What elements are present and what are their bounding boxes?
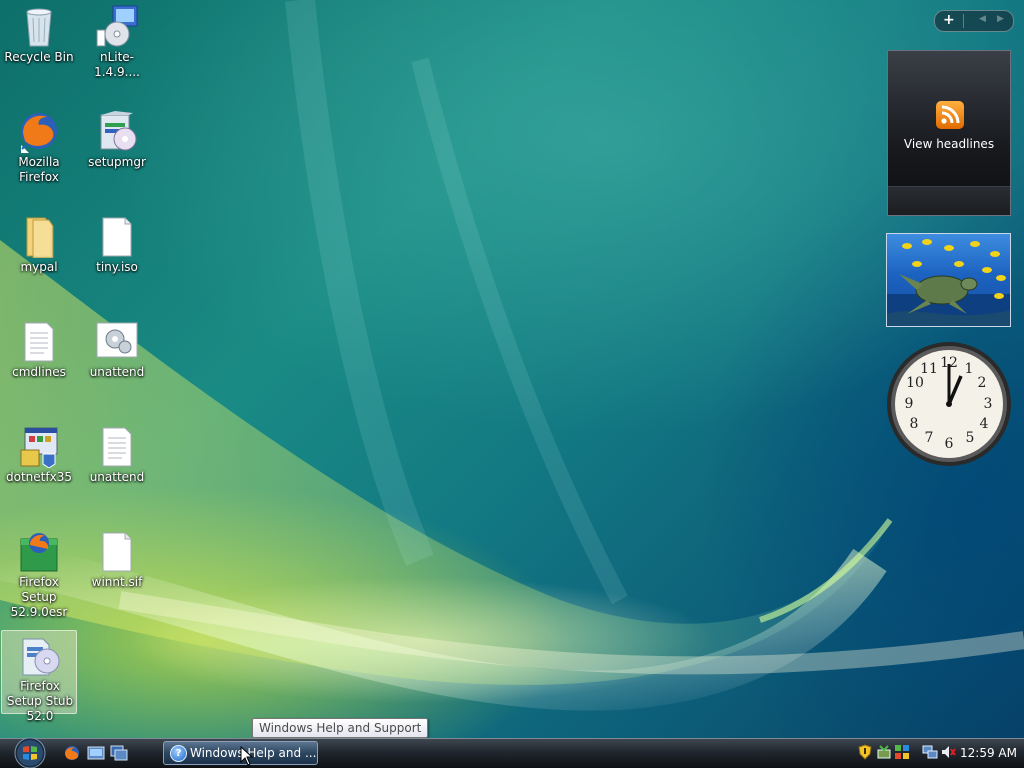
desktop-icon-label: unattend <box>89 470 145 484</box>
desktop-icon-label: Firefox Setup 52.9.0esr <box>10 575 68 619</box>
desktop-icon-label: nLite-1.4.9.... <box>94 50 140 79</box>
desktop[interactable]: Recycle Bin Mozilla Firefox mypal cmdlin… <box>0 0 1024 738</box>
desktop-icon-label: unattend <box>89 365 145 379</box>
rss-icon <box>936 101 964 129</box>
desktop-icon-firefox-setup-stub[interactable]: Firefox Setup Stub 52.0 <box>1 630 77 723</box>
desktop-icon-mypal[interactable]: mypal <box>1 212 77 296</box>
previous-page-icon[interactable]: ◀ <box>979 14 986 24</box>
desktop-icon-setupmgr[interactable]: setupmgr <box>79 107 155 191</box>
clock-numeral: 3 <box>984 396 993 412</box>
desktop-icon-label: dotnetfx35 <box>6 470 72 484</box>
safely-remove-hardware-icon[interactable] <box>876 744 892 760</box>
settings-file-icon <box>96 322 138 358</box>
desktop-icon-winnt-sif[interactable]: winnt.sif <box>79 527 155 611</box>
quicklaunch-switch-windows-icon[interactable] <box>110 745 128 761</box>
slideshow-gadget[interactable] <box>886 233 1011 327</box>
text-file-icon <box>102 427 132 467</box>
sidebar-separator <box>963 14 964 28</box>
desktop-icon-tiny-iso[interactable]: tiny.iso <box>79 212 155 296</box>
file-icon <box>102 217 132 257</box>
firefox-setup-icon <box>20 533 58 572</box>
clock-numeral: 8 <box>910 416 919 432</box>
sidebar-controls: + ◀ ▶ <box>934 10 1014 32</box>
clock-numeral: 2 <box>978 375 987 391</box>
desktop-icon-label: Firefox Setup Stub 52.0 <box>6 679 74 723</box>
folder-icon <box>26 217 54 258</box>
desktop-icon-label: mypal <box>20 260 58 274</box>
start-button[interactable] <box>8 736 52 768</box>
clock-numeral: 10 <box>906 375 924 391</box>
nlite-icon <box>96 5 138 47</box>
clock-numeral: 6 <box>945 436 954 452</box>
taskbar-tooltip: Windows Help and Support <box>252 718 429 738</box>
desktop-icon-cmdlines[interactable]: cmdlines <box>1 317 77 401</box>
clock-numeral: 1 <box>965 361 974 377</box>
quicklaunch-show-desktop-icon[interactable] <box>87 745 105 761</box>
desktop-icon-mozilla-firefox[interactable]: Mozilla Firefox <box>1 107 77 191</box>
desktop-icon-label: Recycle Bin <box>4 50 74 64</box>
feed-gadget-footer <box>888 186 1010 215</box>
desktop-icon-unattend-settings[interactable]: unattend <box>79 317 155 401</box>
clock-numeral: 7 <box>925 430 934 446</box>
windows-logo-icon <box>14 737 46 768</box>
desktop-icon-recycle-bin[interactable]: Recycle Bin <box>1 2 77 86</box>
desktop-icon-label: tiny.iso <box>96 260 138 274</box>
file-icon <box>102 532 132 572</box>
quicklaunch-firefox-icon[interactable] <box>63 745 81 761</box>
desktop-icon-unattend-text[interactable]: unattend <box>79 422 155 506</box>
desktop-icon-label: cmdlines <box>12 365 66 379</box>
clock-gadget[interactable]: 12 1 2 3 4 5 6 7 8 9 10 11 <box>885 340 1013 468</box>
add-gadget-button[interactable]: + <box>943 12 955 28</box>
mouse-cursor-icon <box>240 746 254 766</box>
clock-numeral: 4 <box>980 416 989 432</box>
clock-numeral: 9 <box>905 396 914 412</box>
view-headlines-link[interactable]: View headlines <box>888 137 1010 151</box>
windows-update-icon[interactable] <box>894 744 910 760</box>
desktop-icon-label: Mozilla Firefox <box>18 155 60 184</box>
notification-area: 12:59 AM <box>852 739 1024 768</box>
desktop-icon-nlite[interactable]: nLite-1.4.9.... <box>79 2 155 86</box>
desktop-icon-label: winnt.sif <box>91 575 143 589</box>
clock-numeral: 11 <box>920 361 938 377</box>
next-page-icon[interactable]: ▶ <box>997 14 1004 24</box>
feed-headlines-gadget[interactable]: View headlines <box>887 50 1011 216</box>
setupmgr-icon <box>100 111 137 151</box>
installer-icon <box>20 427 58 468</box>
firefox-icon <box>21 113 57 153</box>
sea-turtle-photo <box>887 239 1010 326</box>
desktop-icon-dotnetfx35[interactable]: dotnetfx35 <box>1 422 77 506</box>
setup-disc-icon <box>22 638 60 676</box>
recycle-bin-icon <box>26 8 52 47</box>
text-file-icon <box>24 322 54 362</box>
security-shield-icon[interactable] <box>858 744 872 760</box>
desktop-icon-label: setupmgr <box>88 155 146 169</box>
clock-numeral: 5 <box>966 430 975 446</box>
volume-muted-icon[interactable] <box>940 744 956 760</box>
help-icon: ? <box>170 745 187 762</box>
network-icon[interactable] <box>922 744 938 760</box>
system-clock[interactable]: 12:59 AM <box>960 746 1017 760</box>
desktop-icon-firefox-setup-esr[interactable]: Firefox Setup 52.9.0esr <box>1 527 77 619</box>
